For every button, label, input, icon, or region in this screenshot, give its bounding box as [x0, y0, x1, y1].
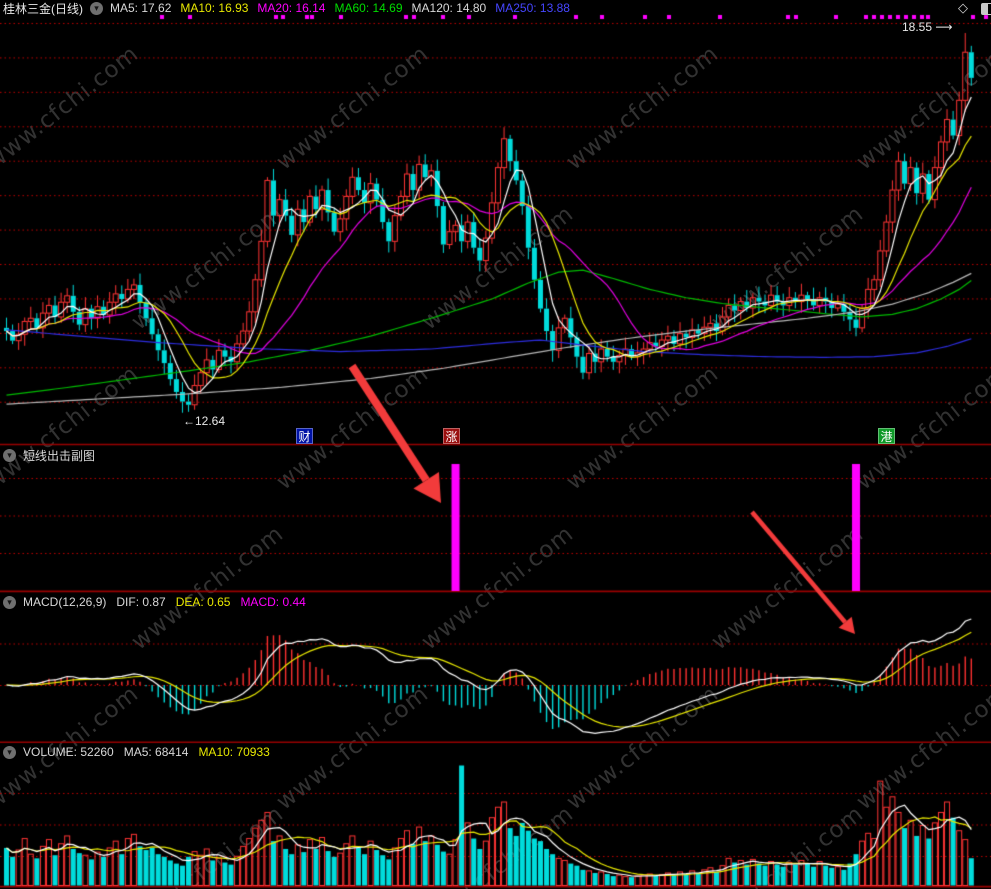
- volume-legend-item: MA10: 70933: [198, 745, 270, 759]
- collapse-chevron-icon[interactable]: ▾: [3, 745, 16, 759]
- ma-legend-item: MA20: 16.14: [257, 1, 326, 15]
- info-badge-zhang[interactable]: 涨: [443, 428, 460, 444]
- info-badge-cai[interactable]: 财: [296, 428, 313, 444]
- info-badge-gang[interactable]: 港: [878, 428, 895, 444]
- window-split-icon[interactable]: [981, 3, 991, 15]
- ma-legend-item: MA250: 13.88: [495, 1, 570, 15]
- sub-panel-header: ▾ 短线出击副图: [3, 447, 95, 463]
- ma-legend: MA5: 17.62 MA10: 16.93 MA20: 16.14 MA60: 14…: [110, 1, 570, 15]
- macd-panel-header: ▾ MACD(12,26,9) DIF: 0.87 DEA: 0.65 MACD: 0…: [3, 594, 306, 610]
- macd-legend-item: DEA: 0.65: [175, 595, 231, 609]
- ma-legend-item: MA60: 14.69: [334, 1, 403, 15]
- macd-legend-item: DIF: 0.87: [116, 595, 166, 609]
- sub-panel-title: 短线出击副图: [23, 448, 96, 463]
- ma-legend-item: MA10: 16.93: [180, 1, 249, 15]
- macd-legend: MACD(12,26,9) DIF: 0.87 DEA: 0.65 MACD: 0.4…: [23, 595, 306, 609]
- volume-legend-item: MA5: 68414: [123, 745, 189, 759]
- diamond-icon[interactable]: ◇: [958, 0, 968, 16]
- volume-legend-item: VOLUME: 52260: [23, 745, 114, 759]
- stock-title: 桂林三金(日线): [3, 1, 83, 16]
- collapse-chevron-icon[interactable]: ▾: [3, 448, 16, 462]
- stock-chart-application: www.cfchi.comwww.cfchi.comwww.cfchi.comw…: [0, 0, 991, 889]
- main-chart-header: 桂林三金(日线) ▾ MA5: 17.62 MA10: 16.93 MA20: 16…: [3, 0, 570, 16]
- low-price-label: ←12.64: [183, 414, 226, 428]
- ma-legend-item: MA120: 14.80: [411, 1, 487, 15]
- high-price-label: 18.55 ⟶: [902, 20, 953, 34]
- collapse-chevron-icon[interactable]: ▾: [90, 1, 103, 15]
- volume-panel-header: ▾ VOLUME: 52260 MA5: 68414 MA10: 70933: [3, 744, 270, 760]
- ma-legend-item: MA5: 17.62: [110, 1, 172, 15]
- macd-legend-item: MACD: 0.44: [240, 595, 306, 609]
- pointer-arrow-icon: ⟶: [935, 20, 953, 34]
- collapse-chevron-icon[interactable]: ▾: [3, 595, 16, 609]
- high-price-value: 18.55: [902, 20, 933, 34]
- volume-legend: VOLUME: 52260 MA5: 68414 MA10: 70933: [23, 745, 270, 759]
- macd-legend-item: MACD(12,26,9): [23, 595, 107, 609]
